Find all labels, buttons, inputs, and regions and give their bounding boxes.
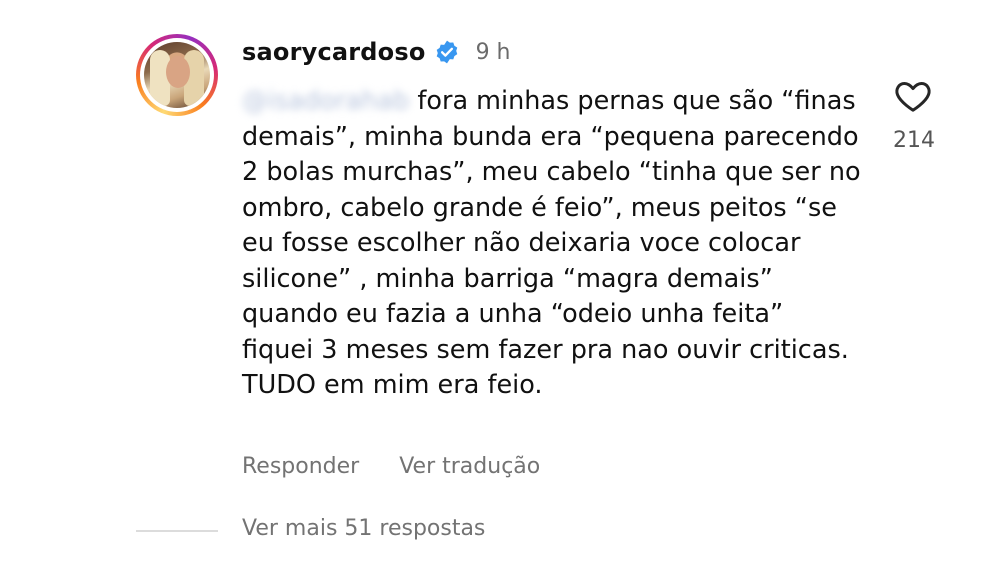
replies-divider bbox=[136, 530, 218, 532]
comment-text: fora minhas pernas que são “finas demais… bbox=[242, 86, 861, 400]
comment-time: 9 h bbox=[475, 39, 511, 65]
reply-button[interactable]: Responder bbox=[242, 454, 359, 479]
mention-link[interactable]: @isadorahab bbox=[242, 84, 409, 120]
avatar[interactable] bbox=[136, 34, 218, 116]
like-count: 214 bbox=[893, 128, 935, 153]
comment-actions: Responder Ver tradução bbox=[242, 454, 580, 479]
comment-header: saorycardoso 9 h bbox=[242, 36, 511, 68]
avatar-face bbox=[166, 56, 190, 88]
verified-badge-icon bbox=[436, 40, 457, 64]
comment-body: @isadorahab fora minhas pernas que são “f… bbox=[242, 84, 862, 404]
heart-outline-icon[interactable] bbox=[892, 76, 934, 116]
username[interactable]: saorycardoso bbox=[242, 38, 426, 66]
view-more-replies-button[interactable]: Ver mais 51 respostas bbox=[242, 516, 485, 541]
translate-button[interactable]: Ver tradução bbox=[399, 454, 540, 479]
avatar-photo bbox=[144, 42, 210, 108]
avatar-inner bbox=[140, 38, 214, 112]
